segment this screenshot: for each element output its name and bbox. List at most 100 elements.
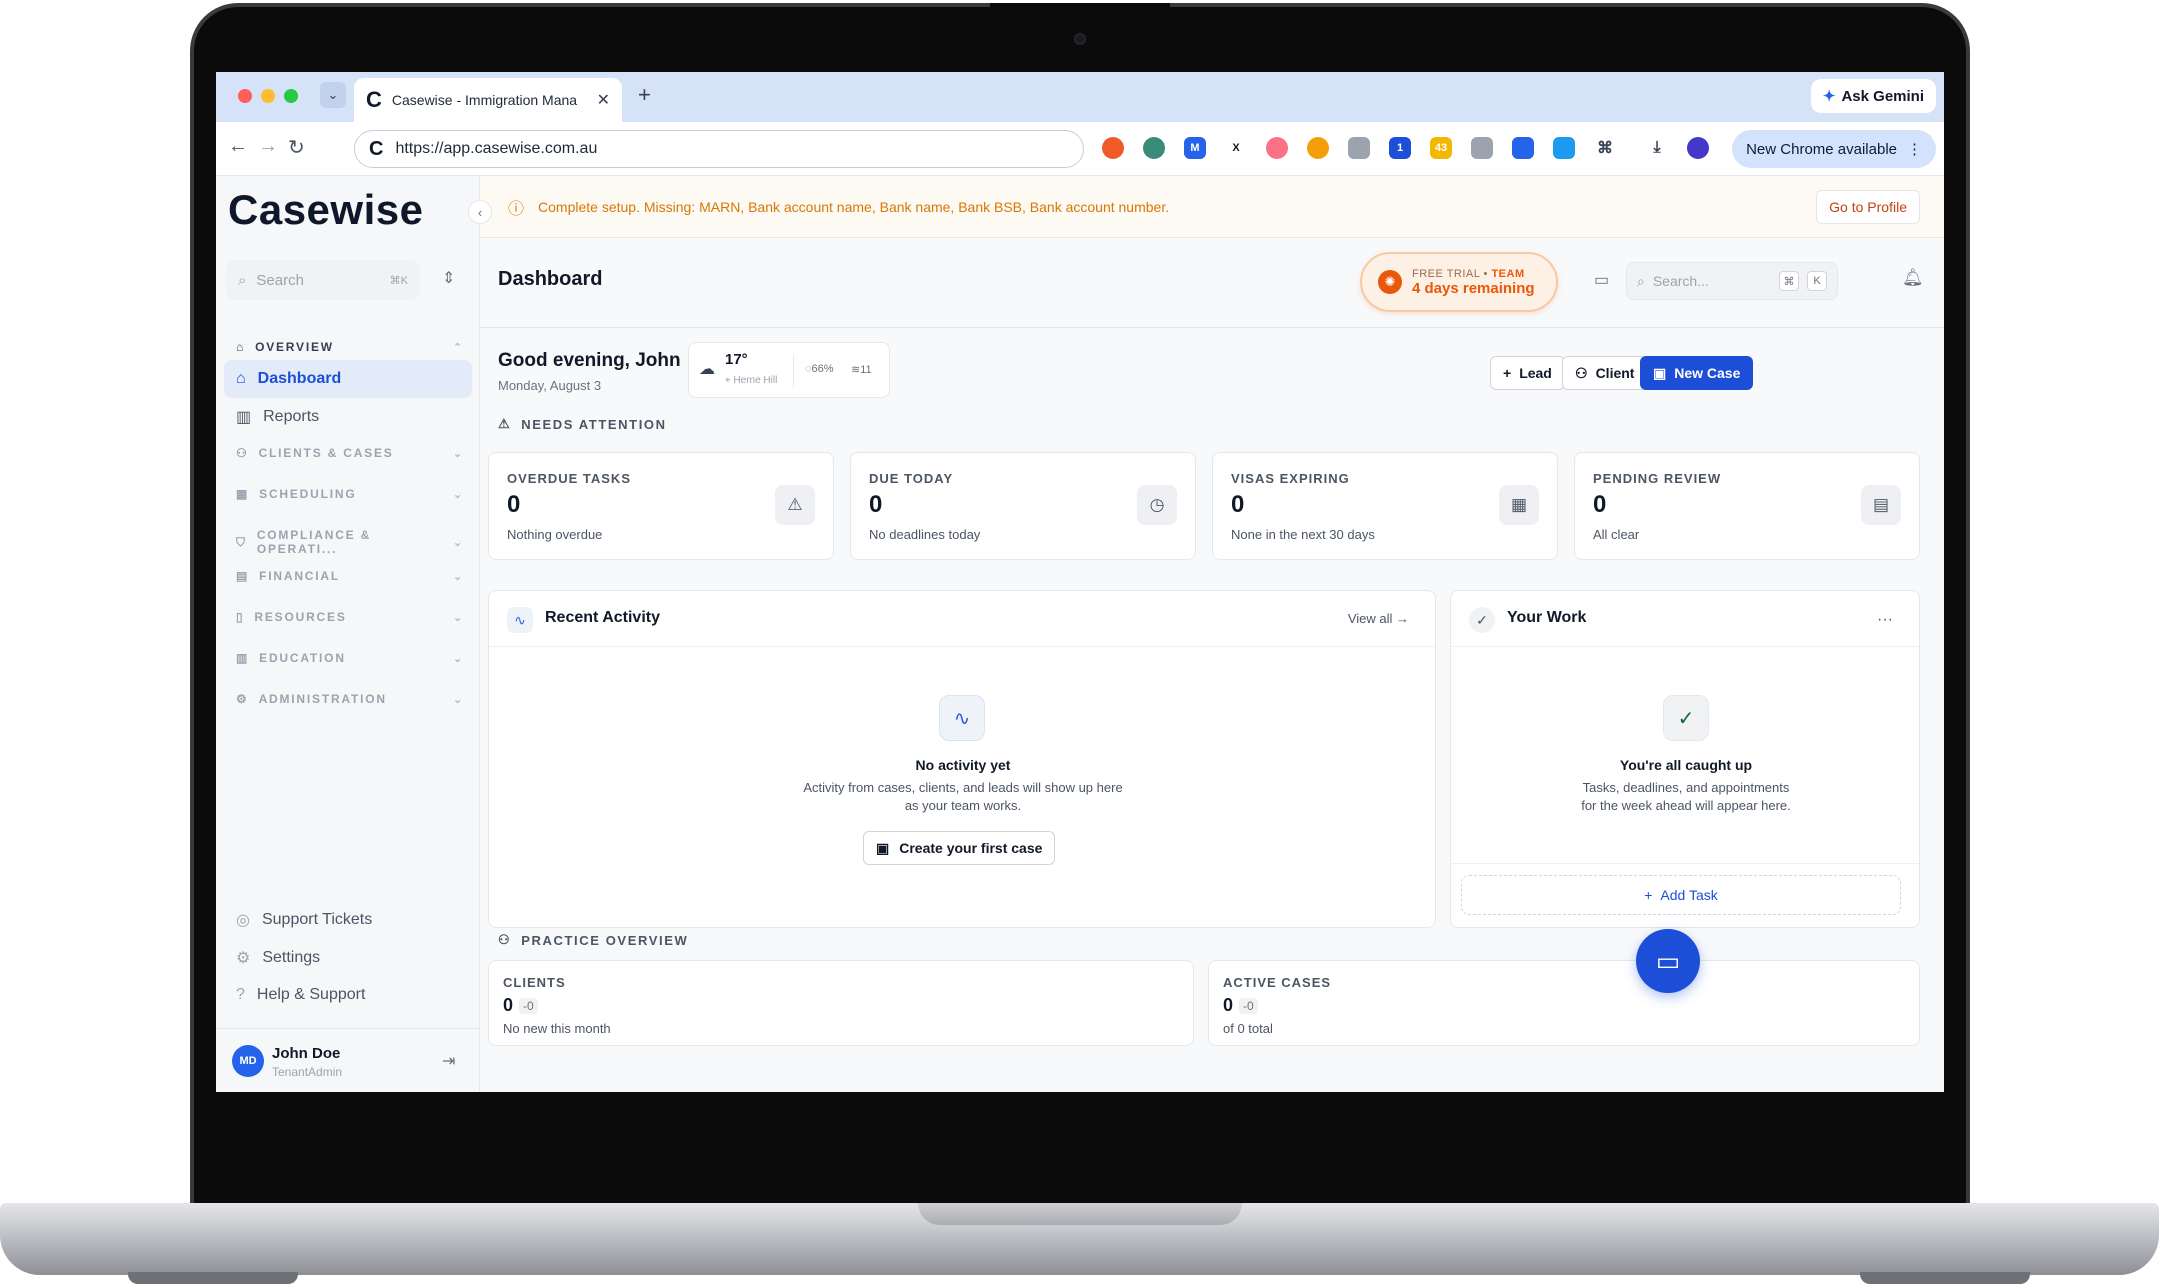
- section-label: OVERVIEW: [255, 340, 334, 354]
- clock-icon: ◷: [1137, 485, 1177, 525]
- free-trial-badge[interactable]: ✺ FREE TRIAL • TEAM 4 days remaining: [1360, 252, 1558, 312]
- empty-state-desc: as your team works.: [904, 798, 1022, 813]
- brave-shield-extension-icon[interactable]: [1102, 137, 1124, 159]
- section-resources[interactable]: ▯ RESOURCES ⌄: [236, 610, 464, 624]
- mail-extension-icon[interactable]: 1: [1389, 137, 1411, 159]
- brand-logo[interactable]: Casewise: [228, 186, 423, 234]
- home-icon: ⌂: [236, 340, 246, 354]
- more-options-icon[interactable]: ···: [1877, 611, 1893, 629]
- add-task-button[interactable]: + Add Task: [1461, 875, 1901, 915]
- header-search-input[interactable]: ⌕ Search... ⌘ K: [1626, 262, 1838, 300]
- bell-icon[interactable]: 🔔︎: [1902, 268, 1924, 288]
- card-subtitle: of 0 total: [1223, 1021, 1273, 1036]
- section-education[interactable]: ▥ EDUCATION ⌄: [236, 651, 464, 665]
- activity-icon: ∿: [507, 607, 533, 633]
- folder-extension-icon[interactable]: 43: [1430, 137, 1452, 159]
- section-administration[interactable]: ⚙ ADMINISTRATION ⌄: [236, 692, 464, 706]
- forward-arrow-icon[interactable]: →: [258, 135, 278, 158]
- browser-tab[interactable]: C Casewise - Immigration Mana ✕: [354, 78, 622, 122]
- sidebar-item-help-support[interactable]: ? Help & Support: [236, 986, 365, 1004]
- tab-search-button[interactable]: ⌄: [320, 82, 346, 108]
- stat-value: 0: [1231, 491, 1245, 518]
- button-label: Create your first case: [899, 840, 1043, 856]
- close-window-button[interactable]: [238, 89, 252, 103]
- sidebar-item-dashboard[interactable]: ⌂ Dashboard: [224, 360, 472, 398]
- sidebar-item-settings[interactable]: ⚙ Settings: [236, 948, 320, 968]
- sidebar-item-label: Dashboard: [257, 370, 342, 387]
- camera-extension-icon[interactable]: [1348, 137, 1370, 159]
- user-plus-icon: ⚇: [1575, 364, 1588, 381]
- section-clients-cases[interactable]: ⚇ CLIENTS & CASES ⌄: [236, 446, 464, 460]
- new-case-button[interactable]: ▣ New Case: [1640, 356, 1754, 390]
- download-icon[interactable]: ⤓: [1646, 137, 1668, 159]
- reload-icon[interactable]: ↻: [288, 135, 305, 160]
- new-chrome-available-button[interactable]: New Chrome available ⋮: [1732, 130, 1936, 168]
- site-favicon-icon: C: [369, 137, 384, 160]
- workspace-switcher-icon[interactable]: ⇕: [442, 268, 455, 288]
- section-label: NEEDS ATTENTION: [521, 416, 667, 432]
- logout-icon[interactable]: ⇥: [442, 1051, 455, 1071]
- sidebar-item-label: Reports: [263, 408, 320, 425]
- edit-extension-icon[interactable]: [1471, 137, 1493, 159]
- url-text[interactable]: https://app.casewise.com.au: [395, 140, 597, 158]
- section-scheduling[interactable]: ▦ SCHEDULING ⌄: [236, 487, 464, 501]
- puzzle-extensions-icon[interactable]: ⌘: [1594, 137, 1616, 159]
- divider: [793, 355, 794, 387]
- go-to-profile-button[interactable]: Go to Profile: [1816, 190, 1920, 224]
- chat-button[interactable]: ▭: [1636, 929, 1700, 993]
- card-delta: -0: [1239, 997, 1258, 1014]
- search-shortcut: ⌘K: [389, 274, 408, 287]
- stat-card-due-today[interactable]: DUE TODAY 0 No deadlines today ◷: [850, 452, 1196, 560]
- home-icon: ⌂: [236, 370, 246, 387]
- maximize-window-button[interactable]: [284, 89, 298, 103]
- sidebar-item-reports[interactable]: ▥ Reports: [224, 398, 472, 436]
- receipt-icon: ▤: [236, 569, 250, 583]
- record-extension-icon[interactable]: [1266, 137, 1288, 159]
- stat-value: 0: [869, 491, 883, 518]
- stat-subtitle: None in the next 30 days: [1231, 527, 1375, 542]
- briefcase-icon: ▤: [1861, 485, 1901, 525]
- section-label: SCHEDULING: [259, 487, 357, 501]
- ask-gemini-button[interactable]: ✦ Ask Gemini: [1810, 79, 1936, 113]
- wind-icon: ≋: [851, 364, 861, 376]
- button-label: New Case: [1674, 365, 1741, 381]
- card-label: ACTIVE CASES: [1223, 975, 1332, 990]
- avatar-extension-icon[interactable]: [1307, 137, 1329, 159]
- new-tab-button[interactable]: +: [638, 82, 651, 108]
- stat-card-visas-expiring[interactable]: VISAS EXPIRING 0 None in the next 30 day…: [1212, 452, 1558, 560]
- header-search-placeholder: Search...: [1652, 273, 1709, 289]
- profile-avatar-icon[interactable]: [1687, 137, 1709, 159]
- x-extension-icon[interactable]: X: [1225, 137, 1247, 159]
- close-tab-icon[interactable]: ✕: [597, 90, 610, 110]
- weather-wind: ≋11: [851, 363, 872, 376]
- grammarly-extension-icon[interactable]: [1143, 137, 1165, 159]
- add-lead-button[interactable]: + Lead: [1490, 356, 1565, 390]
- minimize-window-button[interactable]: [261, 89, 275, 103]
- monitor-icon[interactable]: ▭: [1594, 270, 1609, 290]
- add-client-button[interactable]: ⚇ Client: [1562, 356, 1648, 390]
- m-extension-icon[interactable]: M: [1184, 137, 1206, 159]
- extension-badge: 1: [1396, 142, 1404, 154]
- collapse-sidebar-button[interactable]: ‹: [468, 200, 492, 224]
- practice-card-clients[interactable]: CLIENTS 0 -0 No new this month: [488, 960, 1194, 1046]
- sidebar-search[interactable]: ⌕ Search ⌘K: [226, 260, 420, 300]
- wind-value: 11: [860, 364, 872, 376]
- create-first-case-button[interactable]: ▣ Create your first case: [863, 831, 1056, 865]
- cw-extension-icon[interactable]: [1553, 137, 1575, 159]
- address-bar[interactable]: C https://app.casewise.com.au: [354, 130, 1084, 168]
- stat-card-pending-review[interactable]: PENDING REVIEW 0 All clear ▤: [1574, 452, 1920, 560]
- bar-chart-icon: ▥: [236, 409, 252, 426]
- panel-title: Recent Activity: [545, 609, 660, 626]
- more-vertical-icon: ⋮: [1907, 141, 1922, 158]
- practice-card-active-cases[interactable]: ACTIVE CASES 0 -0 of 0 total: [1208, 960, 1920, 1046]
- sidebar-item-support-tickets[interactable]: ◎ Support Tickets: [236, 910, 372, 930]
- user-profile[interactable]: MD John Doe TenantAdmin ⇥: [216, 1028, 480, 1092]
- file-icon: ▯: [236, 610, 245, 624]
- view-all-link[interactable]: View all →: [1348, 611, 1409, 626]
- back-arrow-icon[interactable]: ←: [228, 135, 248, 158]
- section-financial[interactable]: ▤ FINANCIAL ⌄: [236, 569, 464, 583]
- doc-extension-icon[interactable]: [1512, 137, 1534, 159]
- section-compliance[interactable]: ⛉ COMPLIANCE & OPERATI... ⌄: [236, 528, 464, 556]
- stat-card-overdue-tasks[interactable]: OVERDUE TASKS 0 Nothing overdue ⚠︎: [488, 452, 834, 560]
- section-overview[interactable]: ⌂ OVERVIEW ⌃: [236, 340, 464, 354]
